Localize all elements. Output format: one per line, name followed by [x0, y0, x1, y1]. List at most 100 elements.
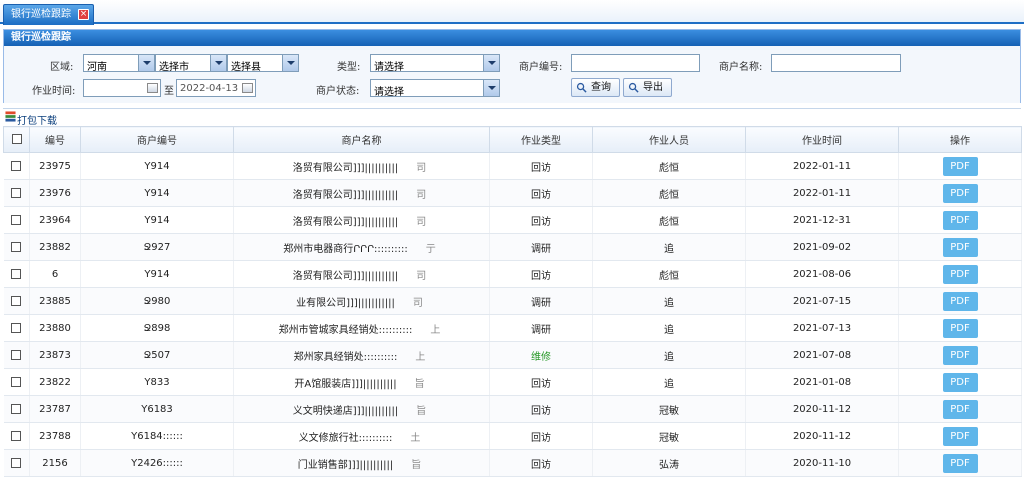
- pdf-button[interactable]: PDF: [942, 345, 978, 365]
- table-row[interactable]: 2156 Y2426:::::: 门业销售部]]]|||||||||| 旨 回访 弘涛 20…: [3, 449, 1022, 477]
- cell-merchant-no: Y914: [80, 179, 234, 207]
- cell-id: 2156: [29, 449, 81, 477]
- pdf-button[interactable]: PDF: [942, 237, 978, 257]
- calendar-icon[interactable]: [242, 83, 253, 93]
- end-date-input[interactable]: 2022-04-13: [176, 79, 256, 97]
- table-row[interactable]: 6 Y914 洛贸有限公司]]]|||||||||| 司 回访 彪恒 2021-08-06 P…: [3, 260, 1022, 288]
- header-merchant-no[interactable]: 商户编号: [80, 126, 234, 153]
- cell-action: PDF: [898, 449, 1022, 477]
- cell-time: 2020-11-12: [745, 395, 899, 423]
- cell-merchant-no: Y2426::::::: [80, 449, 234, 477]
- end-date-value: 2022-04-13: [180, 83, 239, 94]
- cell-action: PDF: [898, 341, 1022, 369]
- cell-type: 调研: [489, 287, 593, 315]
- status-value: 请选择: [374, 87, 404, 98]
- header-type[interactable]: 作业类型: [489, 126, 593, 153]
- merchant-name-text: 业有限公司]]]|||||||||||: [296, 297, 395, 309]
- table-row[interactable]: 23964 Y914 洛贸有限公司]]]|||||||||| 司 回访 彪恒 2021-12…: [3, 206, 1022, 234]
- table-row[interactable]: 23822 Y833 开A馆服装店]]]|||||||||| 旨 回访追 2021-01-…: [3, 368, 1022, 396]
- cell-action: PDF: [898, 422, 1022, 450]
- table-row[interactable]: 23976 Y914 洛贸有限公司]]]|||||||||| 司 回访 彪恒 2022-01…: [3, 179, 1022, 207]
- table-row[interactable]: 23975 Y914 洛贸有限公司]]]|||||||||| 司 回访 彪恒 2022-01…: [3, 152, 1022, 180]
- pdf-button[interactable]: PDF: [942, 426, 978, 446]
- row-checkbox[interactable]: [3, 179, 30, 207]
- to-label: 至: [164, 86, 174, 97]
- province-select[interactable]: 河南: [83, 54, 155, 73]
- cell-merchant-name: 门业销售部]]]|||||||||| 旨: [233, 449, 490, 477]
- merchant-name-text: 门业销售部]]]||||||||||: [297, 459, 394, 471]
- header-merchant-name[interactable]: 商户名称: [233, 126, 490, 153]
- table-row[interactable]: 23787 Y6183 义文明快递店]]]|||||||||| 旨 回访 冠敏 2020-1…: [3, 395, 1022, 423]
- province-value: 河南: [87, 62, 107, 73]
- export-button[interactable]: 导出: [623, 78, 672, 97]
- table-row[interactable]: 23882 Ջ927 郑州市电器商行ՐՐՐ:::::::::: 亍调研追 2021-09…: [3, 233, 1022, 261]
- row-checkbox[interactable]: [3, 233, 30, 261]
- pdf-button[interactable]: PDF: [942, 156, 978, 176]
- table-row[interactable]: 23788 Y6184:::::: 义文修旅行社:::::::::: 土回访 冠敏 202…: [3, 422, 1022, 450]
- cell-staff: 追: [592, 314, 746, 342]
- table-row[interactable]: 23873 Ջ507 郑州家具经销处:::::::::: 上维修追 2021-07-08…: [3, 341, 1022, 369]
- pdf-button[interactable]: PDF: [942, 372, 978, 392]
- start-date-input[interactable]: [83, 79, 161, 97]
- cell-merchant-no: Y914: [80, 152, 234, 180]
- header-staff[interactable]: 作业人员: [592, 126, 746, 153]
- pdf-button[interactable]: PDF: [942, 264, 978, 284]
- cell-action: PDF: [898, 152, 1022, 180]
- cell-staff: 追: [592, 341, 746, 369]
- cell-merchant-no: Ջ898: [80, 314, 234, 342]
- archive-icon: [5, 111, 16, 122]
- merchant-no-input[interactable]: [571, 54, 700, 72]
- pdf-button[interactable]: PDF: [942, 399, 978, 419]
- cell-staff: 追: [592, 368, 746, 396]
- row-checkbox[interactable]: [3, 314, 30, 342]
- header-id[interactable]: 编号: [29, 126, 81, 153]
- query-button[interactable]: 查询: [571, 78, 620, 97]
- cell-merchant-no: Ջ927: [80, 233, 234, 261]
- merchant-name-suffix: 司: [412, 297, 423, 309]
- county-select[interactable]: 选择县: [227, 54, 299, 73]
- row-checkbox[interactable]: [3, 206, 30, 234]
- cell-type: 调研: [489, 233, 593, 261]
- cell-staff: 追: [592, 233, 746, 261]
- pdf-button[interactable]: PDF: [942, 210, 978, 230]
- merchant-name-suffix: 旨: [411, 459, 422, 471]
- row-checkbox[interactable]: [3, 422, 30, 450]
- search-icon: [576, 82, 587, 93]
- pdf-button[interactable]: PDF: [942, 453, 978, 473]
- cell-merchant-no: Y6184::::::: [80, 422, 234, 450]
- region-label: 区域:: [50, 62, 74, 73]
- pdf-button[interactable]: PDF: [942, 291, 978, 311]
- status-select[interactable]: 请选择: [370, 79, 500, 98]
- table-row[interactable]: 23880 Ջ898 郑州市管城家具经销处:::::::::: 上调研追 2021-07…: [3, 314, 1022, 342]
- merchant-name-input[interactable]: [771, 54, 901, 72]
- pdf-button[interactable]: PDF: [942, 318, 978, 338]
- select-all-checkbox[interactable]: [3, 126, 30, 153]
- city-select[interactable]: 选择市: [155, 54, 227, 73]
- row-checkbox[interactable]: [3, 152, 30, 180]
- cell-type: 回访: [489, 422, 593, 450]
- pdf-button[interactable]: PDF: [942, 183, 978, 203]
- download-button[interactable]: 打包下载: [17, 112, 57, 127]
- row-checkbox[interactable]: [3, 341, 30, 369]
- tab-bank-inspection[interactable]: 银行巡检跟踪 ×: [3, 4, 94, 25]
- chevron-down-icon: [483, 80, 499, 96]
- row-checkbox[interactable]: [3, 260, 30, 288]
- cell-staff: 彪恒: [592, 152, 746, 180]
- grid-toolbar: 打包下载: [3, 108, 1021, 127]
- type-select[interactable]: 请选择: [370, 54, 500, 73]
- row-checkbox[interactable]: [3, 449, 30, 477]
- merchant-name-text: 郑州市电器商行ՐՐՐ::::::::::: [283, 243, 408, 255]
- close-icon[interactable]: ×: [78, 9, 89, 20]
- merchant-name-text: 义文修旅行社::::::::::: [298, 432, 393, 444]
- row-checkbox[interactable]: [3, 395, 30, 423]
- calendar-icon[interactable]: [147, 83, 158, 93]
- cell-id: 23787: [29, 395, 81, 423]
- row-checkbox[interactable]: [3, 287, 30, 315]
- row-checkbox[interactable]: [3, 368, 30, 396]
- merchant-name-suffix: 旨: [414, 378, 425, 390]
- header-time[interactable]: 作业时间: [745, 126, 899, 153]
- cell-id: 23885: [29, 287, 81, 315]
- cell-id: 6: [29, 260, 81, 288]
- table-row[interactable]: 23885 Ջ980 业有限公司]]]||||||||||| 司 调研追 2021-07-…: [3, 287, 1022, 315]
- merchant-name-suffix: 旨: [416, 405, 427, 417]
